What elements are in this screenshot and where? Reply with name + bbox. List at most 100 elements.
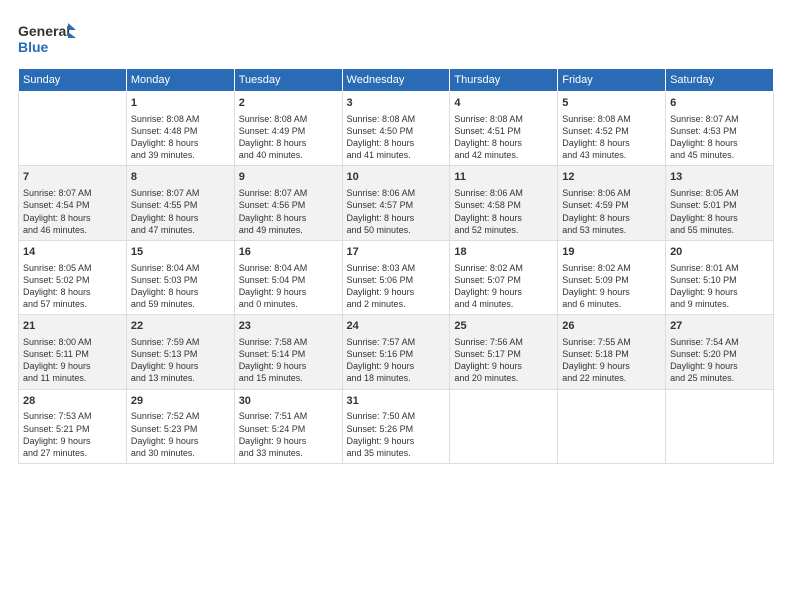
day-info: Sunrise: 8:06 AM Sunset: 4:57 PM Dayligh…: [347, 187, 446, 236]
main-container: GeneralBlue SundayMondayTuesdayWednesday…: [0, 0, 792, 612]
day-info: Sunrise: 8:04 AM Sunset: 5:04 PM Dayligh…: [239, 262, 338, 311]
day-info: Sunrise: 8:08 AM Sunset: 4:51 PM Dayligh…: [454, 113, 553, 162]
calendar-cell: 20 Sunrise: 8:01 AM Sunset: 5:10 PM Dayli…: [666, 240, 774, 314]
day-number: 16: [239, 245, 338, 260]
day-number: 23: [239, 319, 338, 334]
calendar-cell: 15 Sunrise: 8:04 AM Sunset: 5:03 PM Dayli…: [126, 240, 234, 314]
day-info: Sunrise: 8:08 AM Sunset: 4:52 PM Dayligh…: [562, 113, 661, 162]
calendar-cell: 5 Sunrise: 8:08 AM Sunset: 4:52 PM Daylig…: [558, 92, 666, 166]
day-number: 7: [23, 170, 122, 185]
day-info: Sunrise: 8:06 AM Sunset: 4:58 PM Dayligh…: [454, 187, 553, 236]
svg-text:General: General: [18, 23, 70, 39]
logo: GeneralBlue: [18, 18, 78, 58]
day-number: 5: [562, 96, 661, 111]
day-number: 15: [131, 245, 230, 260]
day-number: 24: [347, 319, 446, 334]
calendar-cell: [450, 389, 558, 463]
calendar-table: SundayMondayTuesdayWednesdayThursdayFrid…: [18, 68, 774, 464]
weekday-header-tuesday: Tuesday: [234, 69, 342, 92]
day-number: 9: [239, 170, 338, 185]
day-info: Sunrise: 8:05 AM Sunset: 5:02 PM Dayligh…: [23, 262, 122, 311]
calendar-cell: 12Sunrise: 8:06 AM Sunset: 4:59 PM Dayli…: [558, 166, 666, 240]
day-number: 6: [670, 96, 769, 111]
day-number: 4: [454, 96, 553, 111]
day-info: Sunrise: 7:52 AM Sunset: 5:23 PM Dayligh…: [131, 410, 230, 459]
day-info: Sunrise: 8:04 AM Sunset: 5:03 PM Dayligh…: [131, 262, 230, 311]
calendar-cell: 24 Sunrise: 7:57 AM Sunset: 5:16 PM Dayli…: [342, 315, 450, 389]
day-info: Sunrise: 8:07 AM Sunset: 4:56 PM Dayligh…: [239, 187, 338, 236]
day-number: 3: [347, 96, 446, 111]
day-info: Sunrise: 7:57 AM Sunset: 5:16 PM Dayligh…: [347, 336, 446, 385]
calendar-cell: [19, 92, 127, 166]
day-info: Sunrise: 7:59 AM Sunset: 5:13 PM Dayligh…: [131, 336, 230, 385]
day-info: Sunrise: 8:08 AM Sunset: 4:48 PM Dayligh…: [131, 113, 230, 162]
week-row-3: 14 Sunrise: 8:05 AM Sunset: 5:02 PM Dayli…: [19, 240, 774, 314]
weekday-header-wednesday: Wednesday: [342, 69, 450, 92]
weekday-header-row: SundayMondayTuesdayWednesdayThursdayFrid…: [19, 69, 774, 92]
calendar-cell: 27 Sunrise: 7:54 AM Sunset: 5:20 PM Dayli…: [666, 315, 774, 389]
day-info: Sunrise: 8:07 AM Sunset: 4:53 PM Dayligh…: [670, 113, 769, 162]
day-number: 27: [670, 319, 769, 334]
weekday-header-sunday: Sunday: [19, 69, 127, 92]
day-info: Sunrise: 8:01 AM Sunset: 5:10 PM Dayligh…: [670, 262, 769, 311]
svg-text:Blue: Blue: [18, 39, 49, 55]
day-number: 14: [23, 245, 122, 260]
day-info: Sunrise: 8:08 AM Sunset: 4:49 PM Dayligh…: [239, 113, 338, 162]
calendar-cell: 30Sunrise: 7:51 AM Sunset: 5:24 PM Dayli…: [234, 389, 342, 463]
calendar-cell: 4 Sunrise: 8:08 AM Sunset: 4:51 PM Daylig…: [450, 92, 558, 166]
day-info: Sunrise: 8:02 AM Sunset: 5:09 PM Dayligh…: [562, 262, 661, 311]
calendar-cell: 29Sunrise: 7:52 AM Sunset: 5:23 PM Dayli…: [126, 389, 234, 463]
calendar-cell: 8 Sunrise: 8:07 AM Sunset: 4:55 PM Daylig…: [126, 166, 234, 240]
day-info: Sunrise: 7:55 AM Sunset: 5:18 PM Dayligh…: [562, 336, 661, 385]
day-info: Sunrise: 8:07 AM Sunset: 4:55 PM Dayligh…: [131, 187, 230, 236]
day-info: Sunrise: 8:02 AM Sunset: 5:07 PM Dayligh…: [454, 262, 553, 311]
day-info: Sunrise: 8:08 AM Sunset: 4:50 PM Dayligh…: [347, 113, 446, 162]
calendar-cell: [558, 389, 666, 463]
day-info: Sunrise: 7:58 AM Sunset: 5:14 PM Dayligh…: [239, 336, 338, 385]
week-row-5: 28Sunrise: 7:53 AM Sunset: 5:21 PM Dayli…: [19, 389, 774, 463]
calendar-cell: 25 Sunrise: 7:56 AM Sunset: 5:17 PM Dayli…: [450, 315, 558, 389]
calendar-cell: 28Sunrise: 7:53 AM Sunset: 5:21 PM Dayli…: [19, 389, 127, 463]
calendar-cell: 19 Sunrise: 8:02 AM Sunset: 5:09 PM Dayli…: [558, 240, 666, 314]
calendar-cell: 9 Sunrise: 8:07 AM Sunset: 4:56 PM Daylig…: [234, 166, 342, 240]
day-number: 19: [562, 245, 661, 260]
calendar-cell: 2Sunrise: 8:08 AM Sunset: 4:49 PM Daylig…: [234, 92, 342, 166]
day-number: 28: [23, 394, 122, 409]
calendar-cell: 26 Sunrise: 7:55 AM Sunset: 5:18 PM Dayli…: [558, 315, 666, 389]
day-info: Sunrise: 7:54 AM Sunset: 5:20 PM Dayligh…: [670, 336, 769, 385]
weekday-header-thursday: Thursday: [450, 69, 558, 92]
calendar-cell: 13 Sunrise: 8:05 AM Sunset: 5:01 PM Dayli…: [666, 166, 774, 240]
week-row-2: 7 Sunrise: 8:07 AM Sunset: 4:54 PM Daylig…: [19, 166, 774, 240]
calendar-cell: [666, 389, 774, 463]
day-info: Sunrise: 7:56 AM Sunset: 5:17 PM Dayligh…: [454, 336, 553, 385]
day-info: Sunrise: 8:06 AM Sunset: 4:59 PM Dayligh…: [562, 187, 661, 236]
day-info: Sunrise: 7:50 AM Sunset: 5:26 PM Dayligh…: [347, 410, 446, 459]
day-number: 29: [131, 394, 230, 409]
header: GeneralBlue: [18, 18, 774, 58]
weekday-header-friday: Friday: [558, 69, 666, 92]
calendar-cell: 7 Sunrise: 8:07 AM Sunset: 4:54 PM Daylig…: [19, 166, 127, 240]
calendar-cell: 6 Sunrise: 8:07 AM Sunset: 4:53 PM Daylig…: [666, 92, 774, 166]
day-info: Sunrise: 7:51 AM Sunset: 5:24 PM Dayligh…: [239, 410, 338, 459]
calendar-cell: 22Sunrise: 7:59 AM Sunset: 5:13 PM Dayli…: [126, 315, 234, 389]
day-info: Sunrise: 8:00 AM Sunset: 5:11 PM Dayligh…: [23, 336, 122, 385]
weekday-header-monday: Monday: [126, 69, 234, 92]
day-number: 25: [454, 319, 553, 334]
day-number: 20: [670, 245, 769, 260]
day-number: 8: [131, 170, 230, 185]
day-number: 17: [347, 245, 446, 260]
day-number: 18: [454, 245, 553, 260]
calendar-cell: 10Sunrise: 8:06 AM Sunset: 4:57 PM Dayli…: [342, 166, 450, 240]
calendar-cell: 1Sunrise: 8:08 AM Sunset: 4:48 PM Daylig…: [126, 92, 234, 166]
weekday-header-saturday: Saturday: [666, 69, 774, 92]
calendar-cell: 31Sunrise: 7:50 AM Sunset: 5:26 PM Dayli…: [342, 389, 450, 463]
day-info: Sunrise: 8:03 AM Sunset: 5:06 PM Dayligh…: [347, 262, 446, 311]
day-info: Sunrise: 8:07 AM Sunset: 4:54 PM Dayligh…: [23, 187, 122, 236]
calendar-cell: 17 Sunrise: 8:03 AM Sunset: 5:06 PM Dayli…: [342, 240, 450, 314]
day-number: 13: [670, 170, 769, 185]
day-number: 26: [562, 319, 661, 334]
week-row-4: 21Sunrise: 8:00 AM Sunset: 5:11 PM Dayli…: [19, 315, 774, 389]
day-number: 31: [347, 394, 446, 409]
calendar-cell: 16 Sunrise: 8:04 AM Sunset: 5:04 PM Dayli…: [234, 240, 342, 314]
day-info: Sunrise: 8:05 AM Sunset: 5:01 PM Dayligh…: [670, 187, 769, 236]
